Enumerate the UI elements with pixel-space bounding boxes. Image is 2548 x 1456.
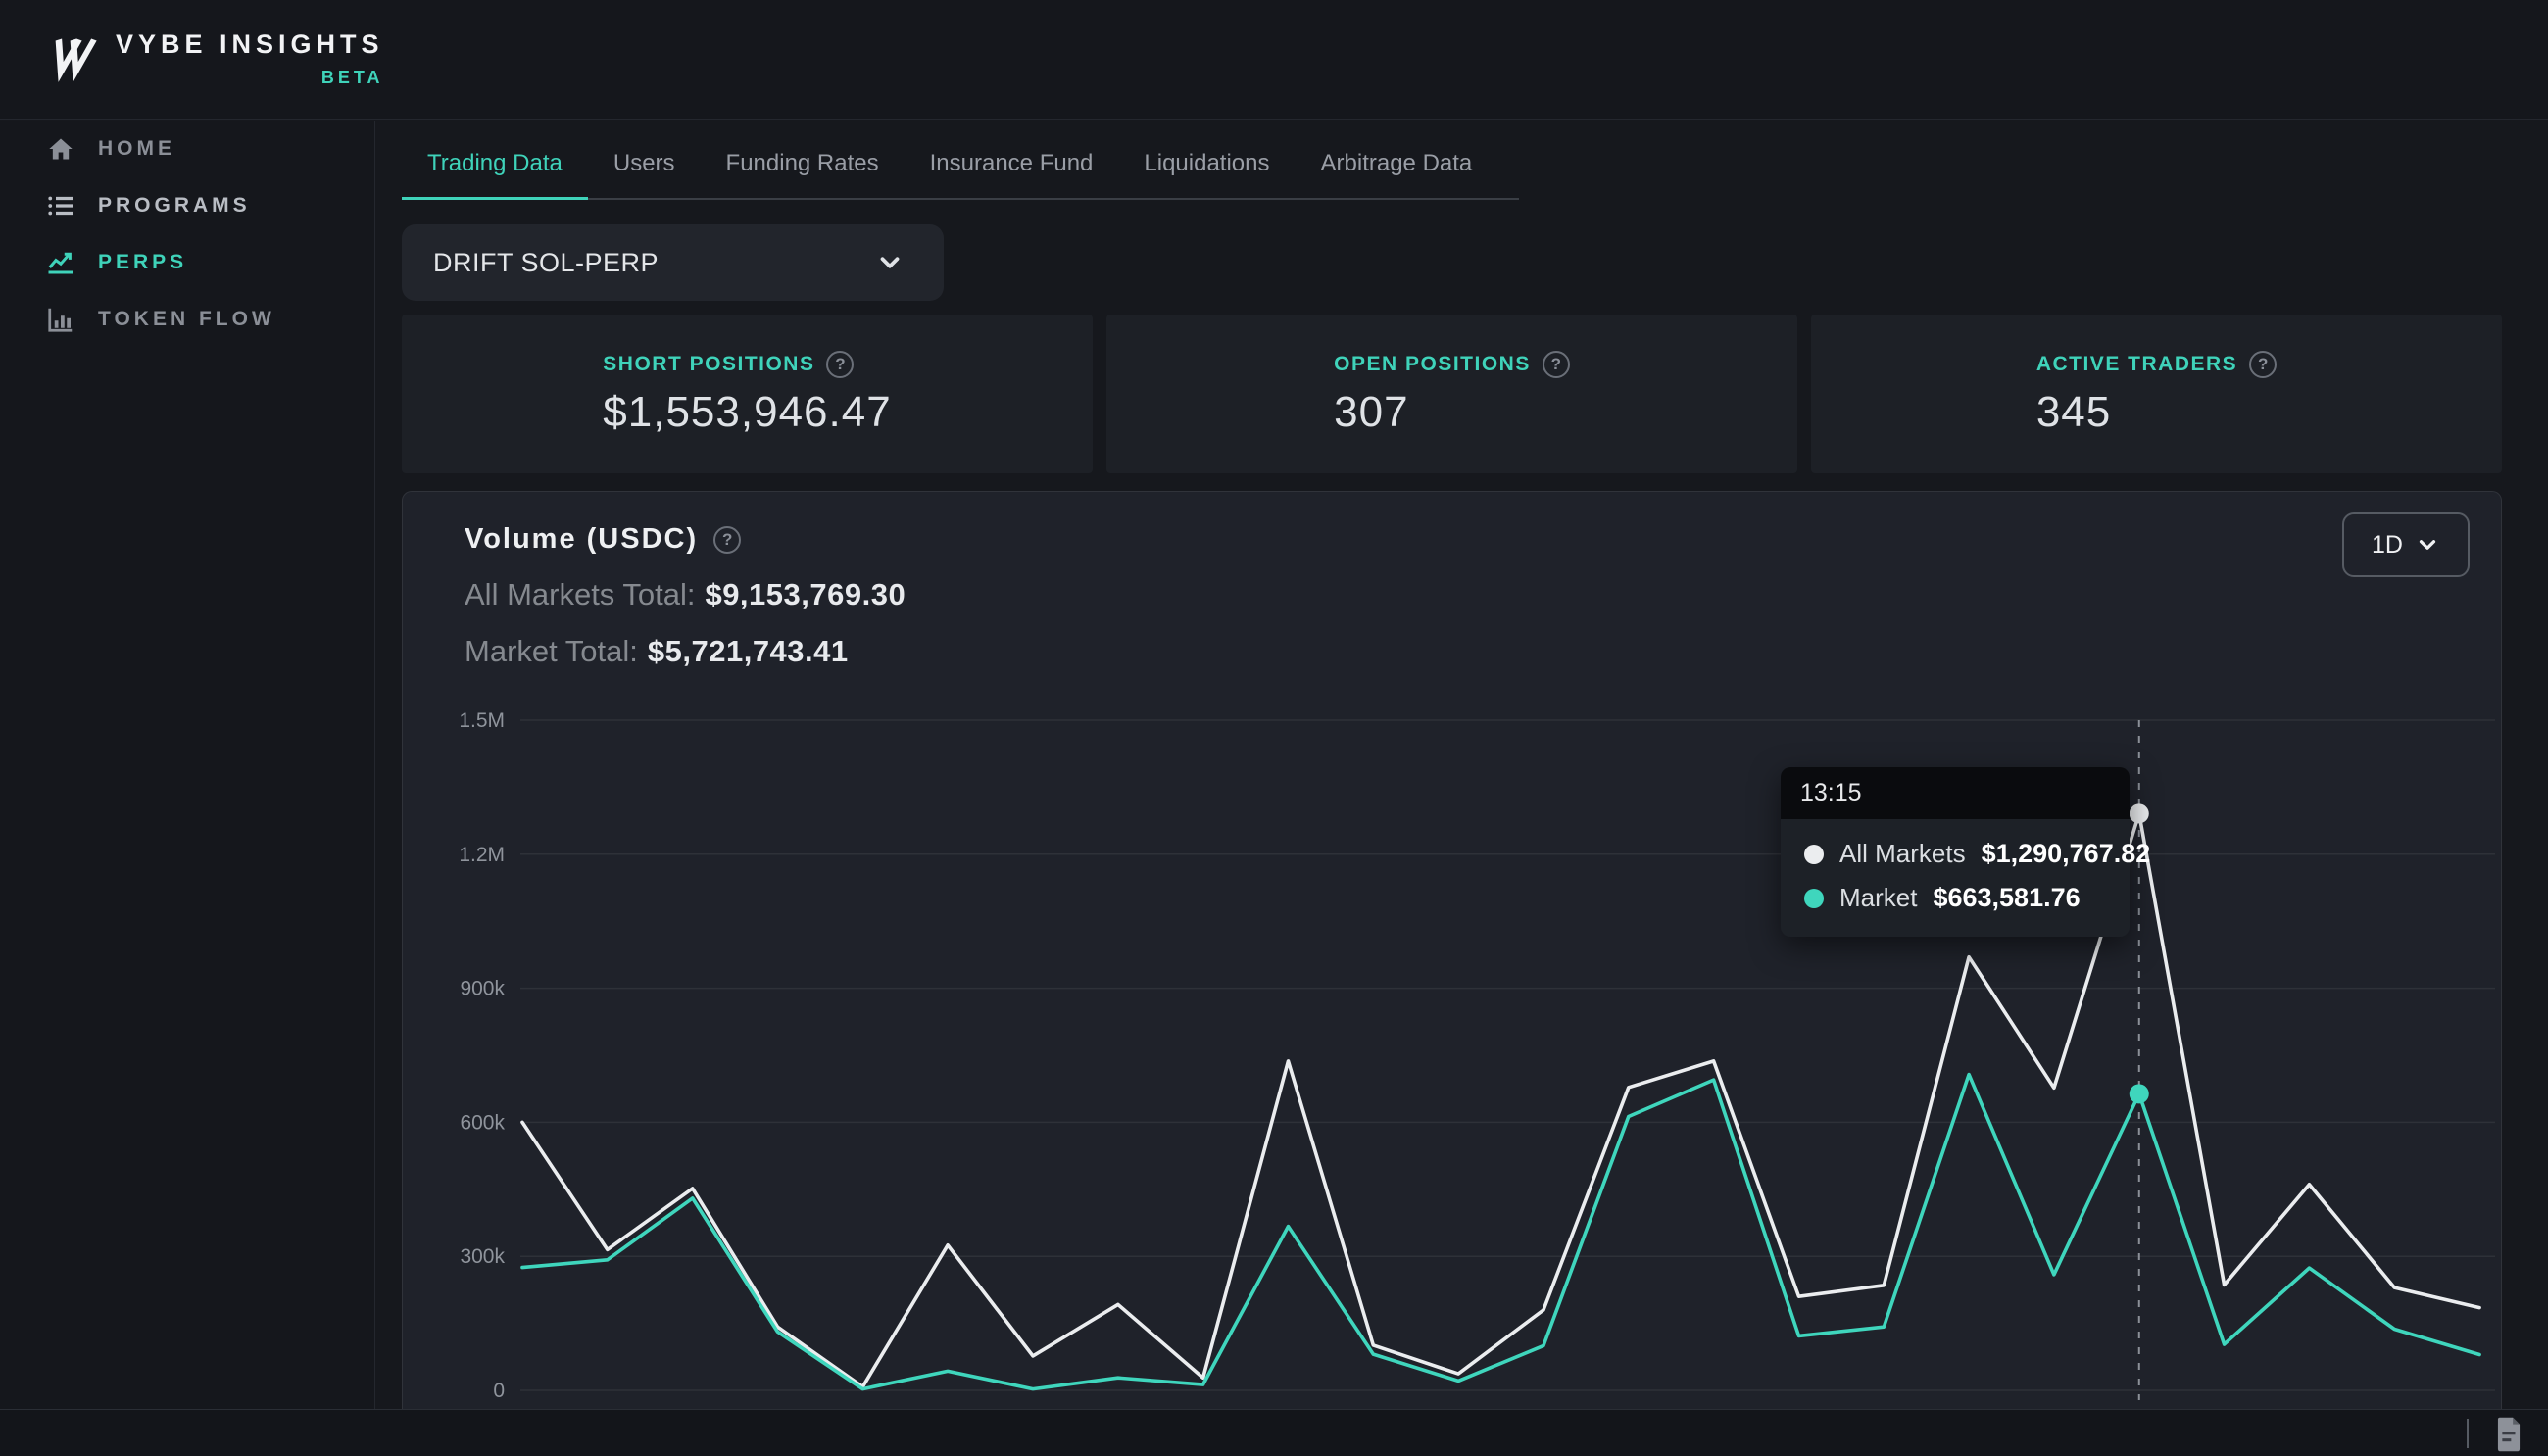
top-header: VYBE INSIGHTS BETA xyxy=(0,0,2548,120)
tab-insurance-fund[interactable]: Insurance Fund xyxy=(905,150,1119,200)
svg-text:600k: 600k xyxy=(460,1111,505,1134)
market-total: Market Total: $5,721,743.41 xyxy=(465,634,906,669)
tooltip-row-all-markets: All Markets $1,290,767.82 xyxy=(1804,839,2106,869)
sidebar-item-perps[interactable]: PERPS xyxy=(0,234,374,291)
sidebar-item-label: PROGRAMS xyxy=(98,194,251,218)
svg-text:1.5M: 1.5M xyxy=(459,709,505,732)
all-markets-total-value: $9,153,769.30 xyxy=(705,577,906,611)
sidebar-item-label: PERPS xyxy=(98,251,187,274)
svg-text:1.2M: 1.2M xyxy=(459,844,505,866)
question-circle-icon[interactable]: ? xyxy=(1543,351,1570,378)
sidebar-item-programs[interactable]: PROGRAMS xyxy=(0,177,374,234)
tab-funding-rates[interactable]: Funding Rates xyxy=(701,150,905,200)
tooltip-time: 13:15 xyxy=(1781,767,2130,819)
market-total-label: Market Total: xyxy=(465,634,638,668)
app-title: VYBE INSIGHTS xyxy=(116,29,384,60)
stat-value: 307 xyxy=(1334,388,1408,437)
chart-tooltip: 13:15 All Markets $1,290,767.82 Market $… xyxy=(1781,767,2130,937)
stat-card-short-positions: SHORT POSITIONS ? $1,553,946.47 xyxy=(402,315,1093,473)
question-circle-icon[interactable]: ? xyxy=(826,351,854,378)
sidebar-item-label: HOME xyxy=(98,137,175,161)
stat-card-active-traders: ACTIVE TRADERS ? 345 xyxy=(1811,315,2502,473)
tab-arbitrage-data[interactable]: Arbitrage Data xyxy=(1296,150,1498,200)
tooltip-series-name: All Markets xyxy=(1839,839,1966,869)
volume-card-title: Volume (USDC) xyxy=(465,523,698,556)
sidebar-nav: HOME PROGRAMS PERPS xyxy=(0,121,375,1456)
market-select-dropdown[interactable]: DRIFT SOL-PERP xyxy=(402,224,944,301)
stat-label: ACTIVE TRADERS xyxy=(2036,353,2237,376)
chart-line-icon xyxy=(45,248,76,277)
stat-label: SHORT POSITIONS xyxy=(603,353,814,376)
market-select-value: DRIFT SOL-PERP xyxy=(433,248,659,278)
sidebar-item-label: TOKEN FLOW xyxy=(98,308,275,331)
document-icon[interactable] xyxy=(2493,1417,2524,1456)
stat-label: OPEN POSITIONS xyxy=(1334,353,1531,376)
all-markets-legend-dot xyxy=(1804,845,1824,864)
app-root: VYBE INSIGHTS BETA HOME PROGRAMS xyxy=(0,0,2548,1456)
all-markets-total-label: All Markets Total: xyxy=(465,577,695,611)
stat-card-open-positions: OPEN POSITIONS ? 307 xyxy=(1106,315,1797,473)
svg-text:900k: 900k xyxy=(460,978,505,1000)
tab-bar: Trading Data Users Funding Rates Insuran… xyxy=(402,150,1519,200)
svg-text:0: 0 xyxy=(493,1380,505,1402)
time-range-value: 1D xyxy=(2372,531,2403,559)
svg-text:300k: 300k xyxy=(460,1245,505,1268)
tooltip-series-value: $663,581.76 xyxy=(1933,883,2080,913)
tooltip-series-name: Market xyxy=(1839,883,1917,913)
bottom-status-bar xyxy=(0,1409,2548,1456)
all-markets-total: All Markets Total: $9,153,769.30 xyxy=(465,577,906,612)
main-content: Trading Data Users Funding Rates Insuran… xyxy=(376,121,2548,1409)
list-icon xyxy=(45,191,76,220)
tooltip-row-market: Market $663,581.76 xyxy=(1804,883,2106,913)
home-icon xyxy=(45,135,76,163)
tooltip-series-value: $1,290,767.82 xyxy=(1982,839,2151,869)
sidebar-item-token-flow[interactable]: TOKEN FLOW xyxy=(0,291,374,348)
question-circle-icon[interactable]: ? xyxy=(713,526,741,554)
chevron-down-icon xyxy=(875,248,905,277)
question-circle-icon[interactable]: ? xyxy=(2249,351,2277,378)
stat-value: 345 xyxy=(2036,388,2111,437)
volume-chart-card: 0 300k 600k 900k 1.2M 1.5M Volume (USDC) ? Al… xyxy=(402,491,2502,1446)
market-total-value: $5,721,743.41 xyxy=(648,634,849,668)
tab-trading-data[interactable]: Trading Data xyxy=(402,150,588,200)
bar-chart-icon xyxy=(45,305,76,334)
tab-users[interactable]: Users xyxy=(588,150,701,200)
vybe-logo-icon xyxy=(45,29,98,82)
sidebar-item-home[interactable]: HOME xyxy=(0,121,374,177)
volume-card-header: Volume (USDC) ? All Markets Total: $9,153… xyxy=(465,523,906,669)
chevron-down-icon xyxy=(2415,532,2440,558)
stat-value: $1,553,946.47 xyxy=(603,388,891,437)
tab-liquidations[interactable]: Liquidations xyxy=(1118,150,1295,200)
beta-badge: BETA xyxy=(321,68,384,88)
stats-row: SHORT POSITIONS ? $1,553,946.47 OPEN POS… xyxy=(402,315,2502,473)
time-range-dropdown[interactable]: 1D xyxy=(2342,512,2470,577)
bottom-bar-divider xyxy=(2467,1419,2469,1448)
market-legend-dot xyxy=(1804,889,1824,908)
app-logo[interactable]: VYBE INSIGHTS BETA xyxy=(45,29,384,88)
